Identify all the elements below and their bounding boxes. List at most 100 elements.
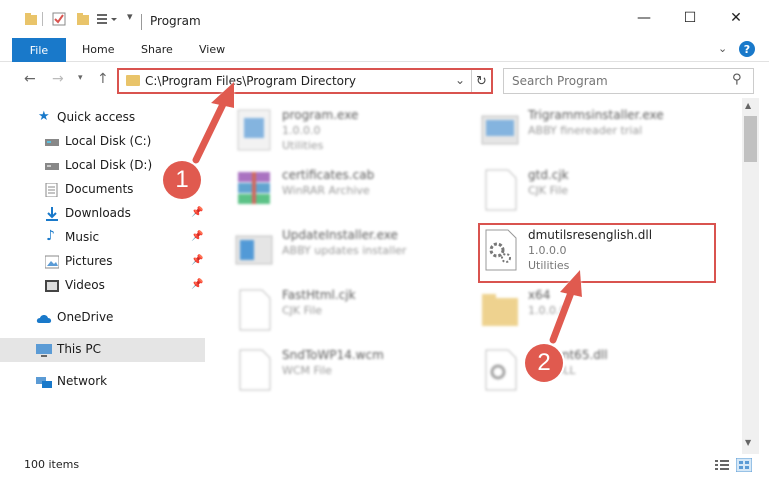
sidebar-item-label: Local Disk (D:) (65, 158, 153, 172)
file-type: WCM File (282, 364, 332, 377)
status-bar: 100 items (0, 454, 769, 490)
ribbon: File Home Share View ⌄ ? (0, 36, 769, 62)
file-icon (239, 349, 271, 391)
address-path: C:\Program Files\Program Directory (145, 74, 357, 88)
scroll-up-icon[interactable]: ▲ (745, 101, 751, 110)
file-name: x64 (528, 288, 551, 302)
expand-ribbon-icon[interactable]: ⌄ (718, 42, 727, 55)
minimize-button[interactable]: — (621, 0, 667, 36)
recent-locations-icon[interactable]: ▾ (78, 73, 83, 83)
scrollbar-thumb[interactable] (744, 116, 757, 162)
sidebar-item-videos[interactable]: Videos 📌 (0, 274, 205, 298)
pin-icon[interactable]: 📌 (191, 207, 203, 218)
address-bar[interactable]: C:\Program Files\Program Directory ⌄ ↻ (117, 68, 493, 94)
search-box[interactable]: ⚲ (503, 68, 754, 94)
tab-share[interactable]: Share (141, 43, 173, 56)
sidebar-item-onedrive[interactable]: OneDrive (0, 306, 205, 330)
file-type: Utilities (282, 139, 324, 152)
file-item[interactable]: UpdateInstaller.exe ABBY updates install… (234, 222, 484, 278)
properties-icon[interactable] (52, 12, 66, 29)
details-view-icon[interactable] (714, 458, 730, 472)
pin-icon[interactable]: 📌 (191, 231, 203, 242)
file-item[interactable]: program.exe 1.0.0.0 Utilities (234, 102, 484, 158)
vertical-scrollbar[interactable]: ▲ ▼ (742, 98, 759, 454)
file-name: certificates.cab (282, 168, 375, 182)
folder-icon (482, 294, 518, 326)
sidebar-item-label: Local Disk (C:) (65, 134, 152, 148)
documents-icon (45, 183, 58, 197)
videos-icon (45, 280, 59, 292)
music-icon: ♪ (46, 228, 55, 244)
download-icon (46, 207, 58, 221)
application-icon (237, 109, 271, 151)
file-description: ABBY updates installer (282, 244, 407, 257)
tab-file[interactable]: File (12, 38, 66, 62)
network-icon (36, 377, 52, 388)
sidebar-item-pictures[interactable]: Pictures 📌 (0, 250, 205, 274)
file-name: Trigrammsinstaller.exe (528, 108, 664, 122)
new-folder-icon[interactable] (76, 12, 90, 29)
cloud-icon (36, 315, 52, 323)
archive-icon (238, 172, 270, 204)
dropdown-icon[interactable]: ▾ (127, 10, 133, 23)
file-name: FastHtml.cjk (282, 288, 356, 302)
pictures-icon (45, 255, 59, 269)
back-icon[interactable]: ← (24, 71, 36, 87)
sidebar-item-label: This PC (57, 342, 101, 356)
title-bar: ▾ Program — ☐ ✕ (0, 0, 769, 36)
minimize-icon: — (637, 10, 651, 26)
highlight-box (478, 223, 716, 283)
address-dropdown-icon[interactable]: ⌄ (455, 73, 465, 87)
large-icons-view-icon[interactable] (736, 458, 752, 472)
sidebar-item-label: Documents (65, 182, 134, 196)
drive-icon (45, 163, 59, 170)
file-name: UpdateInstaller.exe (282, 228, 398, 242)
sidebar-item-quick-access[interactable]: ★ Quick access (0, 106, 205, 130)
sidebar-item-music[interactable]: ♪ Music 📌 (0, 226, 205, 250)
folder-icon[interactable] (24, 12, 38, 29)
file-icon (239, 289, 271, 331)
sidebar-item-local-disk-c[interactable]: Local Disk (C:) (0, 130, 205, 154)
folder-item[interactable]: x64 1.0.0.0 (480, 282, 730, 338)
scroll-down-icon[interactable]: ▼ (745, 438, 751, 447)
file-type: CJK File (282, 304, 323, 317)
dll-file-icon (485, 349, 517, 391)
forward-icon[interactable]: → (52, 71, 64, 87)
close-icon: ✕ (730, 10, 742, 26)
item-count: 100 items (24, 458, 80, 471)
file-item[interactable]: SndToWP14.wcm WCM File (234, 342, 484, 398)
drive-icon (45, 139, 59, 146)
file-type: WinRAR Archive (282, 184, 370, 197)
sidebar-item-this-pc[interactable]: This PC (0, 338, 205, 362)
folder-icon (126, 75, 140, 86)
tab-home[interactable]: Home (82, 43, 114, 56)
maximize-button[interactable]: ☐ (667, 0, 713, 36)
sidebar-item-label: Music (65, 230, 100, 244)
title-divider (141, 14, 142, 30)
step-badge-1: 1 (163, 161, 201, 199)
tab-view[interactable]: View (199, 43, 225, 56)
refresh-icon[interactable]: ↻ (471, 70, 491, 92)
file-item[interactable]: ...Client65.dll ...ce DLL (480, 342, 730, 398)
navigation-bar: ← → ▾ ↑ C:\Program Files\Program Directo… (0, 62, 769, 98)
customize-toolbar-icon[interactable] (96, 12, 120, 29)
pin-icon[interactable]: 📌 (191, 255, 203, 266)
help-icon[interactable]: ? (739, 41, 755, 57)
sidebar-item-network[interactable]: Network (0, 370, 205, 394)
sidebar-item-downloads[interactable]: Downloads 📌 (0, 202, 205, 226)
star-icon: ★ (38, 109, 50, 124)
sidebar-item-label: OneDrive (57, 310, 114, 324)
sidebar-item-label: Quick access (57, 110, 136, 124)
file-name: SndToWP14.wcm (282, 348, 384, 362)
close-button[interactable]: ✕ (713, 0, 759, 36)
file-item[interactable]: gtd.cjk CJK File (480, 162, 730, 218)
file-item[interactable]: FastHtml.cjk CJK File (234, 282, 484, 338)
file-version: 1.0.0.0 (528, 304, 567, 317)
sidebar-item-label: Pictures (65, 254, 113, 268)
file-item[interactable]: Trigrammsinstaller.exe ABBY finereader t… (480, 102, 730, 158)
search-input[interactable] (512, 72, 722, 90)
file-item[interactable]: certificates.cab WinRAR Archive (234, 162, 484, 218)
installer-icon (235, 235, 273, 265)
up-icon[interactable]: ↑ (97, 71, 109, 87)
pin-icon[interactable]: 📌 (191, 279, 203, 290)
